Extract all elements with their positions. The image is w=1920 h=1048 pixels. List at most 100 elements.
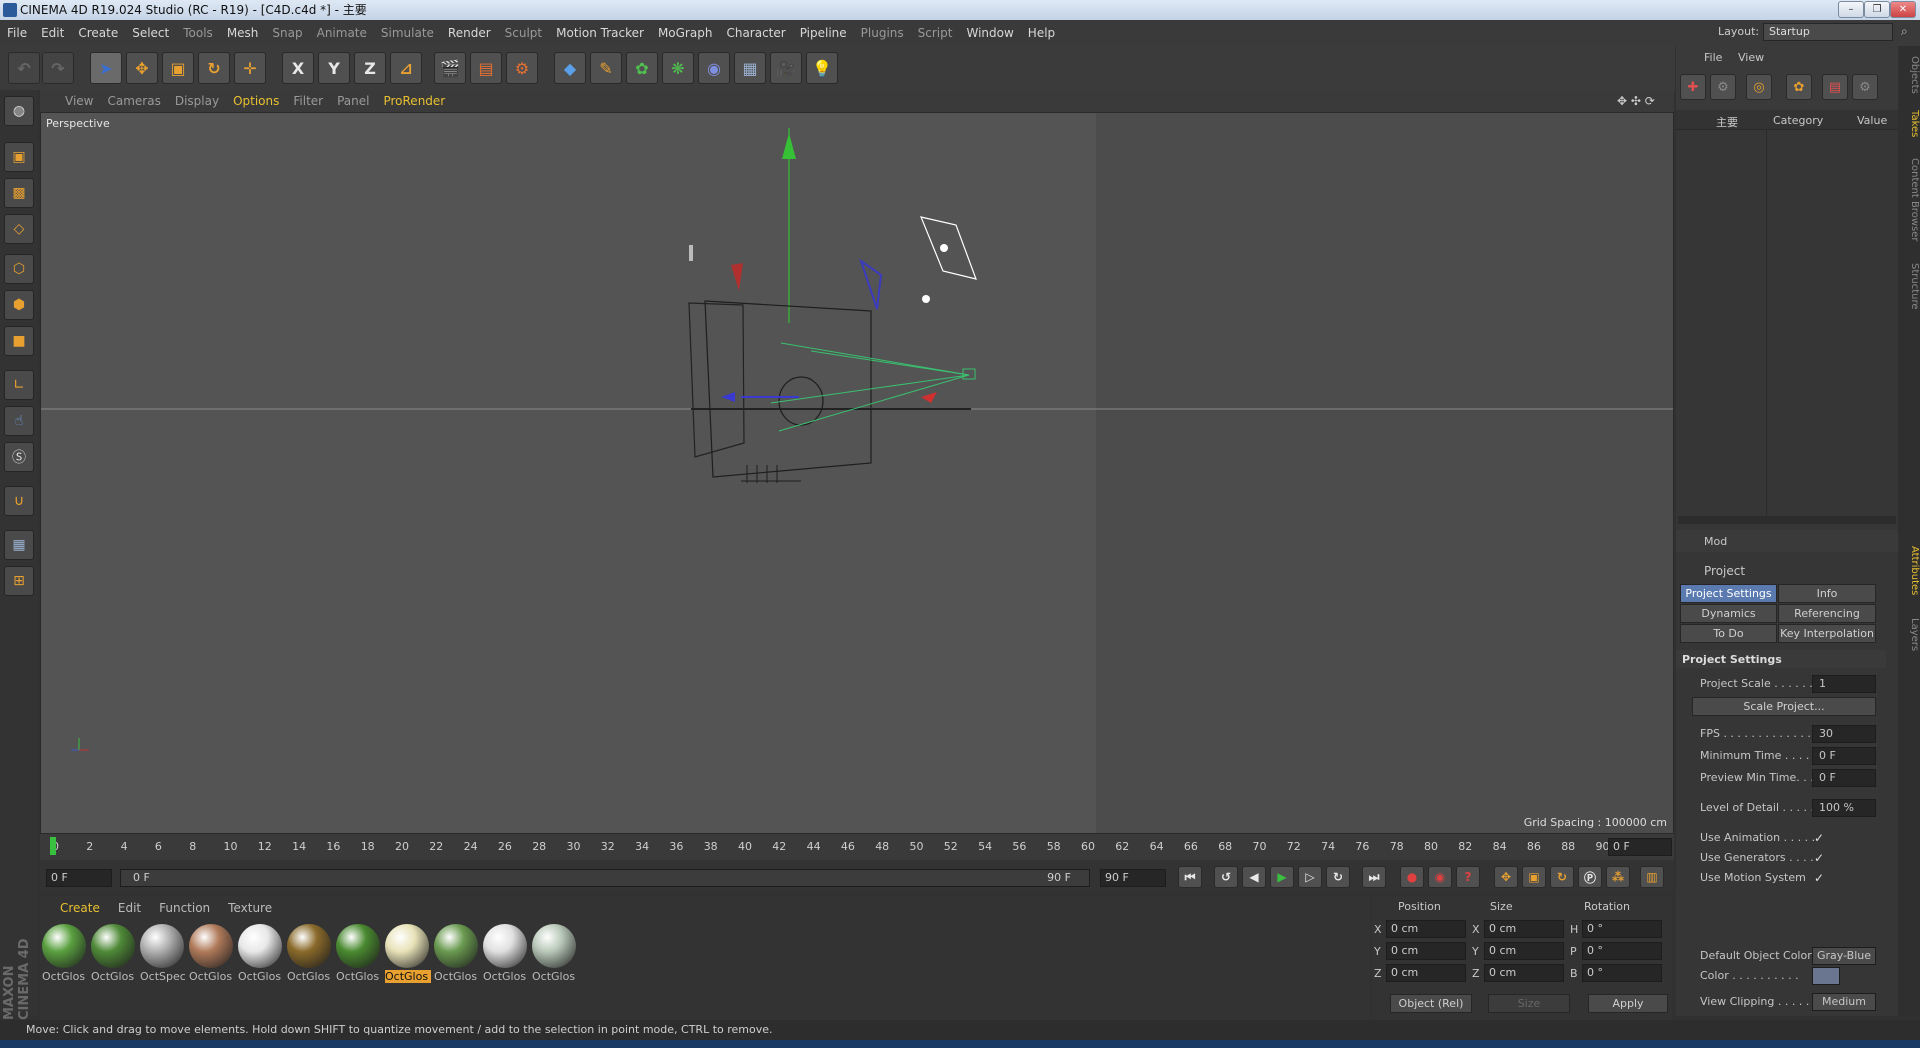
menu-simulate[interactable]: Simulate [374,20,441,46]
z-axis-lock[interactable]: Z [354,52,386,84]
grid-snap-icon[interactable]: ⊞ [4,566,34,596]
perspective-viewport[interactable]: Perspective Grid Spacing : 100000 cm [40,112,1674,834]
x-axis-lock[interactable]: X [282,52,314,84]
frame-range-slider[interactable]: 0 F 90 F [120,869,1090,887]
om-menu-file[interactable]: File [1704,51,1722,64]
side-tab-objects[interactable]: Objects [1898,52,1920,98]
model-mode-icon[interactable]: ▣ [4,142,34,172]
next-key-icon[interactable]: ↻ [1326,866,1350,888]
tab-dynamics[interactable]: Dynamics [1680,604,1777,623]
floor-icon[interactable]: ▦ [734,52,766,84]
mat-menu-edit[interactable]: Edit [109,896,150,920]
om-tool-icon-2[interactable]: ⚙ [1710,74,1736,100]
om-menu-view[interactable]: View [1738,51,1764,64]
texture-mode-icon[interactable]: ▩ [4,178,34,208]
apply-button[interactable]: Apply [1588,994,1668,1013]
vp-menu-cameras[interactable]: Cameras [100,90,167,112]
next-frame-icon[interactable]: ▷ [1298,866,1322,888]
menu-edit[interactable]: Edit [34,20,71,46]
menu-animate[interactable]: Animate [310,20,374,46]
attribute-field[interactable]: 0 F [1812,747,1876,765]
checkbox[interactable]: ✓ [1814,871,1824,885]
material-swatch[interactable]: OctGlos [189,924,235,990]
cloner-icon[interactable]: ❋ [662,52,694,84]
deformer-icon[interactable]: ◉ [698,52,730,84]
select-arrow-icon[interactable]: ➤ [90,52,122,84]
redo-icon[interactable]: ↷ [42,52,74,84]
position-field[interactable]: 0 cm [1386,964,1466,982]
menu-plugins[interactable]: Plugins [854,20,911,46]
close-icon[interactable]: ✕ [1890,1,1916,18]
material-swatch[interactable]: OctGlos [91,924,137,990]
transform-icon[interactable]: ✛ [234,52,266,84]
material-swatch[interactable]: OctGlos [434,924,480,990]
coordinate-mode-dropdown[interactable]: Object (Rel) [1390,994,1472,1013]
key-position-icon[interactable]: ✥ [1494,866,1518,888]
menu-help[interactable]: Help [1021,20,1062,46]
coordinate-system-icon[interactable]: ⊿ [390,52,422,84]
solo-icon[interactable]: Ⓢ [4,442,34,472]
tab-info[interactable]: Info [1778,584,1876,603]
size-field[interactable]: 0 cm [1484,920,1564,938]
tab-key-interpolation[interactable]: Key Interpolation [1778,624,1876,643]
material-swatch[interactable]: OctGlos [532,924,578,990]
mat-menu-texture[interactable]: Texture [219,896,281,920]
size-mode-dropdown[interactable]: Size [1488,994,1570,1013]
menu-mograph[interactable]: MoGraph [651,20,720,46]
om-tool-icon-1[interactable]: ✚ [1680,74,1706,100]
material-swatch[interactable]: OctGlos [483,924,529,990]
restore-icon[interactable]: ❐ [1864,1,1890,18]
position-field[interactable]: 0 cm [1386,920,1466,938]
workplane-mode-icon[interactable]: ◇ [4,214,34,244]
size-field[interactable]: 0 cm [1484,964,1564,982]
material-swatch[interactable]: OctSpec [140,924,186,990]
side-tab-layers[interactable]: Layers [1898,612,1920,658]
timeline-ruler[interactable]: 0246810121416182022242628303234363840424… [40,834,1674,860]
vp-menu-view[interactable]: View [40,90,100,112]
side-tab-content-browser[interactable]: Content Browser [1898,150,1920,250]
default-object-color-dropdown[interactable]: Gray-Blue [1812,947,1876,965]
menu-file[interactable]: File [0,20,34,46]
key-pla-icon[interactable]: ⁂ [1606,866,1630,888]
camera-icon[interactable]: 🎥 [770,52,802,84]
attr-mode-menu[interactable]: Mod [1704,535,1727,548]
key-parameter-icon[interactable]: Ⓟ [1578,866,1602,888]
om-tool-icon-4[interactable]: ✿ [1786,74,1812,100]
attribute-field[interactable]: 100 % [1812,799,1876,817]
rotation-field[interactable]: 0 ° [1582,942,1662,960]
undo-icon[interactable]: ↶ [8,52,40,84]
subdivision-icon[interactable]: ✿ [626,52,658,84]
om-tool-icon-6[interactable]: ⚙ [1852,74,1878,100]
edges-mode-icon[interactable]: ⬢ [4,290,34,320]
minimize-icon[interactable]: – [1838,1,1864,18]
render-settings-icon[interactable]: ⚙ [506,52,538,84]
om-horizontal-scrollbar[interactable] [1678,516,1896,524]
timeline-window-icon[interactable]: ▥ [1640,866,1664,888]
rotation-field[interactable]: 0 ° [1582,964,1662,982]
record-icon[interactable]: ● [1400,866,1424,888]
axis-mode-icon[interactable]: ∟ [4,370,34,400]
menu-sculpt[interactable]: Sculpt [498,20,549,46]
mat-menu-create[interactable]: Create [40,896,109,920]
position-field[interactable]: 0 cm [1386,942,1466,960]
polygons-mode-icon[interactable]: ■ [4,326,34,356]
side-tab-takes[interactable]: Takes [1898,104,1920,144]
checkbox[interactable]: ✓ [1814,851,1824,865]
key-scale-icon[interactable]: ▣ [1522,866,1546,888]
layout-dropdown[interactable]: Startup [1763,23,1893,41]
tab-project-settings[interactable]: Project Settings [1680,584,1777,603]
menu-snap[interactable]: Snap [265,20,309,46]
attribute-field[interactable]: 0 F [1812,769,1876,787]
previous-frame-icon[interactable]: ◀ [1242,866,1266,888]
side-tab-structure[interactable]: Structure [1898,256,1920,316]
material-swatch[interactable]: OctGlos [385,924,431,990]
keyframe-help-icon[interactable]: ? [1456,866,1480,888]
menu-render[interactable]: Render [441,20,498,46]
y-axis-lock[interactable]: Y [318,52,350,84]
scale-icon[interactable]: ▣ [162,52,194,84]
tab-referencing[interactable]: Referencing [1778,604,1876,623]
points-mode-icon[interactable]: ⬡ [4,254,34,284]
vp-menu-panel[interactable]: Panel [330,90,376,112]
attribute-field[interactable]: 30 [1812,725,1876,743]
pen-spline-icon[interactable]: ✎ [590,52,622,84]
